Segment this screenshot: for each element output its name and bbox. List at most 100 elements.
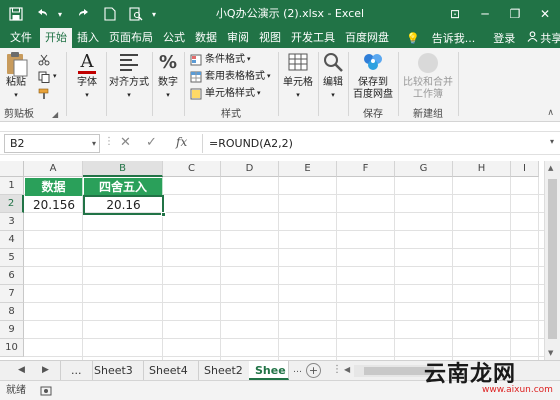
ribbon-display-options-icon[interactable]: ⊡ [440,0,470,28]
cell-A2[interactable]: 20.156 [25,196,83,214]
conditional-formatting-button[interactable]: 条件格式 ▾ [190,52,251,67]
gridline-vertical [394,177,395,360]
tab-insert[interactable]: 插入 [72,28,104,48]
copy-button[interactable]: ▾ [38,69,57,84]
column-header-E[interactable]: E [279,161,337,177]
row-header-3[interactable]: 3 [0,213,24,231]
column-header-G[interactable]: G [395,161,453,177]
sheet-tab-sheet4[interactable]: Sheet4 [139,361,199,380]
column-header-D[interactable]: D [221,161,279,177]
horizontal-scrollbar[interactable] [354,365,434,377]
login-link[interactable]: 登录 [487,30,521,46]
column-header-B[interactable]: B [83,161,163,177]
editing-button[interactable]: 编辑 ▾ [320,51,346,101]
tell-me-search[interactable]: 💡 告诉我... [394,30,487,46]
ribbon-separator [458,52,459,116]
expand-formula-bar-icon[interactable]: ▾ [550,137,554,146]
collapse-ribbon-icon[interactable]: ∧ [547,108,554,118]
vertical-scrollbar[interactable]: ▲ ▼ [544,161,560,360]
row-header-1[interactable]: 1 [0,177,24,195]
new-file-icon[interactable] [100,4,120,24]
more-sheets-icon[interactable]: … [293,365,302,375]
next-sheet-icon[interactable]: ▶ [42,365,49,375]
tab-view[interactable]: 视图 [254,28,286,48]
tab-data[interactable]: 数据 [190,28,222,48]
scroll-up-icon[interactable]: ▲ [548,164,553,172]
row-header-5[interactable]: 5 [0,249,24,267]
row-header-4[interactable]: 4 [0,231,24,249]
name-box[interactable]: B2 ▾ [4,134,100,153]
gridline-horizontal [24,284,544,285]
sheet-tab-sheet2[interactable]: Sheet2 [194,361,254,380]
row-header-2[interactable]: 2 [0,195,24,213]
column-header-C[interactable]: C [163,161,221,177]
cell-A1[interactable]: 数据 [25,178,83,196]
cut-button[interactable] [38,52,53,67]
tab-file[interactable]: 文件 [0,28,40,48]
font-button[interactable]: A 字体 ▾ [72,51,102,101]
clipboard-dialog-launcher-icon[interactable]: ◢ [52,110,58,119]
macro-record-icon[interactable] [40,381,52,400]
save-icon[interactable] [6,4,26,24]
redo-icon[interactable] [74,4,94,24]
gridline-vertical [538,177,539,360]
format-as-table-button[interactable]: 套用表格格式 ▾ [190,69,271,84]
close-button[interactable]: ✕ [530,0,560,28]
add-sheet-button[interactable]: + [306,363,321,378]
sheet-tab-sheet3[interactable]: Sheet3 [84,361,144,380]
table-format-icon [190,71,202,83]
prev-sheet-icon[interactable]: ◀ [18,365,25,375]
tab-baidu-netdisk[interactable]: 百度网盘 [340,28,394,48]
undo-icon[interactable] [32,4,52,24]
fill-handle[interactable] [161,212,166,217]
styles-group-label: 样式 [221,109,241,120]
save-to-baidu-button[interactable]: 保存到 百度网盘 [350,51,396,101]
insert-function-button[interactable]: fx [176,135,187,149]
tab-developer[interactable]: 开发工具 [286,28,340,48]
scroll-down-icon[interactable]: ▼ [548,349,553,357]
scroll-left-icon[interactable]: ◀ [344,365,350,374]
row-header-6[interactable]: 6 [0,267,24,285]
tab-formulas[interactable]: 公式 [158,28,190,48]
hscroll-split-icon[interactable]: ⋮ [332,364,342,375]
cell-B1[interactable]: 四舍五入 [84,178,163,196]
formula-input[interactable]: =ROUND(A2,2) [202,134,542,153]
row-header-7[interactable]: 7 [0,285,24,303]
ribbon-separator [152,52,153,116]
column-header-I[interactable]: I [511,161,539,177]
undo-dropdown-icon[interactable]: ▾ [58,10,68,19]
status-text: 就绪 [6,385,26,396]
minimize-button[interactable]: ─ [470,0,500,28]
tab-page-layout[interactable]: 页面布局 [104,28,158,48]
restore-button[interactable]: ❐ [500,0,530,28]
print-preview-icon[interactable] [126,4,146,24]
tab-home[interactable]: 开始 [40,28,72,48]
number-format-button[interactable]: % 数字 ▾ [155,51,181,101]
share-button[interactable]: 共享 [521,30,560,46]
paste-dropdown-icon[interactable]: ▾ [4,89,28,101]
column-header-H[interactable]: H [453,161,511,177]
tab-review[interactable]: 审阅 [222,28,254,48]
enter-formula-button[interactable]: ✓ [146,135,157,150]
cancel-formula-button[interactable]: ✕ [120,135,131,150]
formula-bar-grip-icon[interactable]: ⋮ [104,136,114,147]
paste-button[interactable]: 粘贴 ▾ [4,51,28,101]
row-header-9[interactable]: 9 [0,321,24,339]
format-painter-button[interactable] [38,86,53,101]
styles-group: 条件格式 ▾ 套用表格格式 ▾ 单元格样式 ▾ 样式 [186,48,276,122]
cells-button[interactable]: 单元格 ▾ [280,51,316,101]
person-icon [527,31,540,45]
row-header-10[interactable]: 10 [0,339,24,357]
row-header-8[interactable]: 8 [0,303,24,321]
column-header-F[interactable]: F [337,161,395,177]
customize-toolbar-icon[interactable]: ▾ [152,10,162,19]
vertical-scroll-thumb[interactable] [548,179,557,339]
column-header-A[interactable]: A [24,161,83,177]
spreadsheet-grid[interactable]: ABCDEFGHI 1 2 3 4 5 6 7 8 9 10 数据 四舍五入 20.156 20.… [0,161,560,360]
find-icon [321,51,345,75]
alignment-button[interactable]: 对齐方式 ▾ [108,51,150,101]
name-box-dropdown-icon[interactable]: ▾ [92,135,96,152]
sheet-tab-active[interactable]: Shee [249,361,289,380]
select-all-corner[interactable] [0,161,24,177]
cell-styles-button[interactable]: 单元格样式 ▾ [190,86,261,101]
